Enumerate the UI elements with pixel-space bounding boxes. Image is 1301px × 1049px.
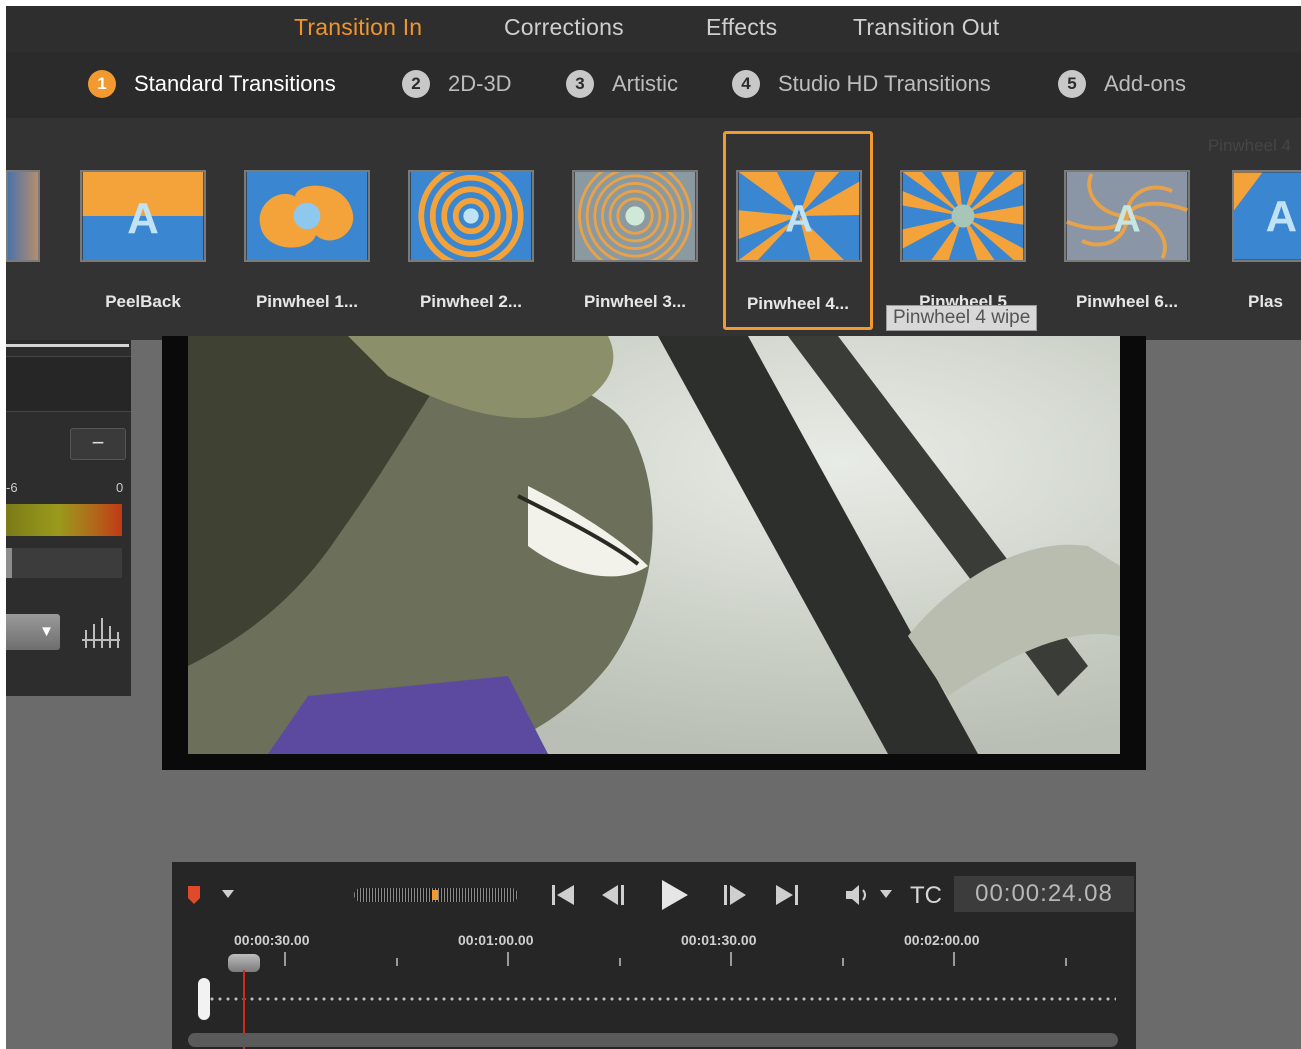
peelback-thumbnail-icon: A [80,170,206,262]
ruler-tick [730,952,732,966]
tab-corrections[interactable]: Corrections [504,14,624,41]
timecode-label: TC [910,882,942,909]
ruler-tick-label: 00:01:30.00 [681,932,757,948]
ruler-tick [1065,958,1067,966]
chevron-down-icon: ▼ [39,623,54,640]
category-label: Studio HD Transitions [778,71,991,96]
thumbnail-label: Pinwheel 2... [419,292,523,311]
svg-text:A: A [785,197,813,240]
thumbnail-tooltip: Pinwheel 4 wipe [886,305,1038,331]
slider-handle[interactable] [6,548,12,578]
thumbnail-label: Pinwheel 4... [746,294,850,313]
category-add-ons[interactable]: 5 Add-ons [1058,70,1186,98]
transport-controls-panel: TC 00:00:24.08 00:00:30.00 00:01:00.00 0… [172,862,1136,1049]
ruler-tick [953,952,955,966]
category-number-badge: 1 [88,70,116,98]
thumbnail-label: Pinwheel 6... [1075,292,1179,311]
svg-text:A: A [1113,197,1141,240]
step-back-icon[interactable] [600,882,628,908]
transition-thumbnail-strip[interactable]: Pinwheel 4 A PeelBack Pinwheel 1... Pinw… [6,118,1301,340]
step-forward-icon[interactable] [720,882,748,908]
ruler-tick [619,958,621,966]
thumbnail-label: Pinwheel 1... [255,292,359,311]
pinwheel-6-thumbnail-icon: A [1064,170,1190,262]
ruler-tick-label: 00:00:30.00 [234,932,310,948]
thumbnail-label: Plas [1248,292,1283,311]
skip-to-end-icon[interactable] [772,882,800,908]
tab-transition-in[interactable]: Transition In [294,14,422,41]
ruler-tick [284,952,286,966]
timeline-scrollbar[interactable] [188,1033,1118,1047]
pinwheel-4-thumbnail-icon: A [736,170,862,262]
thumbnail-pinwheel-6[interactable]: A Pinwheel 6... [1052,118,1202,318]
ruler-tick-label: 00:02:00.00 [904,932,980,948]
thumbnail-pinwheel-3[interactable]: Pinwheel 3... [560,118,710,318]
category-number-badge: 3 [566,70,594,98]
svg-text:A: A [1266,193,1297,241]
plasma-thumbnail-icon: A [1232,170,1301,262]
audio-dropdown[interactable]: ▼ [6,614,60,650]
minus-button[interactable]: − [70,428,126,460]
category-bar: 1 Standard Transitions 2 2D-3D 3 Artisti… [6,52,1301,118]
left-control-panel: − -6 0 ▼ [6,340,131,696]
tab-transition-out[interactable]: Transition Out [853,14,999,41]
thumbnail-label: PeelBack [105,292,181,311]
tab-effects[interactable]: Effects [706,14,777,41]
panel-field[interactable] [6,356,131,412]
audio-mixer-icon[interactable] [80,616,120,650]
video-frame-image [188,336,1120,754]
thumbnail-pinwheel-5[interactable]: Pinwheel 5 [888,118,1038,318]
category-label: 2D-3D [448,71,512,96]
volume-icon[interactable] [844,882,872,908]
category-number-badge: 2 [402,70,430,98]
pinwheel-5-thumbnail-icon [900,170,1026,262]
audio-level-meter [6,504,122,536]
category-2d-3d[interactable]: 2 2D-3D [402,70,512,98]
category-number-badge: 4 [732,70,760,98]
category-label: Add-ons [1104,71,1186,96]
pinwheel-1-thumbnail-icon [244,170,370,262]
category-label: Standard Transitions [134,71,336,96]
ruler-tick-label: 00:01:00.00 [458,932,534,948]
thumbnail-plasma[interactable]: A Plas [1220,118,1301,318]
svg-text:A: A [127,194,159,243]
marker-icon[interactable] [186,884,202,906]
ruler-tick [842,958,844,966]
thumbnail-label: Pinwheel 3... [583,292,687,311]
partial-thumbnail-left[interactable] [6,170,40,262]
app-window: Transition In Corrections Effects Transi… [6,6,1301,1049]
chevron-down-icon[interactable] [222,890,234,900]
thumbnail-pinwheel-2[interactable]: Pinwheel 2... [396,118,546,318]
skip-to-start-icon[interactable] [550,882,578,908]
timeline-track[interactable] [208,997,1116,1001]
audio-level-slider[interactable] [6,548,122,578]
chevron-down-icon[interactable] [880,890,892,900]
thumbnail-pinwheel-1[interactable]: Pinwheel 1... [232,118,382,318]
category-artistic[interactable]: 3 Artistic [566,70,678,98]
video-preview[interactable] [162,336,1146,770]
vu-scale-left: -6 [6,480,18,495]
pinwheel-3-thumbnail-icon [572,170,698,262]
timeline-start-handle[interactable] [198,978,210,1020]
effect-tabs-bar: Transition In Corrections Effects Transi… [6,6,1301,52]
play-icon[interactable] [658,878,690,912]
category-studio-hd-transitions[interactable]: 4 Studio HD Transitions [732,70,991,98]
thumbnail-pinwheel-4[interactable]: A Pinwheel 4... [723,131,873,330]
shuttle-jog-bar[interactable] [354,888,518,902]
ruler-tick [396,958,398,966]
category-label: Artistic [612,71,678,96]
shuttle-handle[interactable] [432,890,438,900]
category-number-badge: 5 [1058,70,1086,98]
timecode-display[interactable]: 00:00:24.08 [954,876,1134,912]
pinwheel-2-thumbnail-icon [408,170,534,262]
panel-progress-line [6,344,129,347]
ruler-tick [507,952,509,966]
vu-scale-right: 0 [116,480,124,495]
thumbnail-peelback[interactable]: A PeelBack [68,118,218,318]
category-standard-transitions[interactable]: 1 Standard Transitions [88,70,336,98]
